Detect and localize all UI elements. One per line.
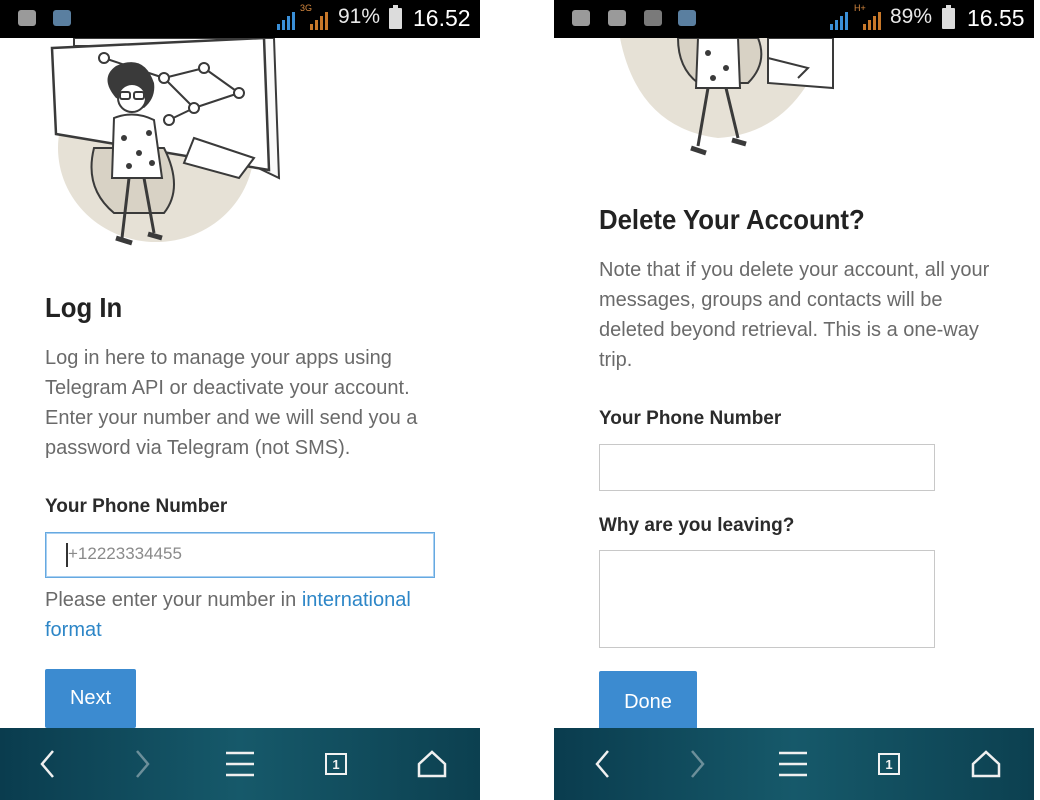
back-button[interactable]	[12, 728, 82, 800]
bbm-notification-icon	[608, 10, 626, 26]
bbm-notification-icon	[18, 10, 36, 26]
back-icon	[595, 750, 609, 778]
menu-icon	[226, 751, 254, 777]
telegram-illustration	[50, 38, 281, 246]
home-icon	[417, 750, 447, 778]
tabs-button[interactable]: 1	[854, 728, 924, 800]
warning-text: Note that if you delete your account, al…	[599, 259, 990, 371]
gallery-notification-icon	[678, 10, 696, 26]
home-button[interactable]	[951, 728, 1021, 800]
hint-text: Please enter your number in	[45, 589, 302, 611]
forward-icon	[136, 750, 150, 778]
leaving-reason-textarea[interactable]	[599, 550, 935, 648]
tabs-icon: 1	[325, 753, 347, 775]
status-time: 16.55	[967, 5, 1025, 31]
page-title: Delete Your Account?	[599, 204, 865, 235]
wifi-signal-icon	[830, 6, 848, 30]
login-screen: 3G 91% 16.52 Log In Log in here to manag…	[0, 0, 480, 800]
next-button[interactable]: Next	[45, 669, 136, 728]
browser-toolbar: 1	[0, 728, 480, 800]
phone-number-input[interactable]: +12223334455	[45, 532, 435, 578]
status-bar: 3G 91% 16.52	[0, 0, 480, 38]
gallery-notification-icon	[53, 10, 71, 26]
menu-button[interactable]	[205, 728, 275, 800]
phone-placeholder: +12223334455	[68, 544, 182, 563]
format-hint: Please enter your number in internationa…	[45, 585, 450, 645]
menu-button[interactable]	[758, 728, 828, 800]
battery-icon	[942, 5, 955, 29]
bbm-notification-icon	[572, 10, 590, 26]
forward-button[interactable]	[108, 728, 178, 800]
battery-percent: 91%	[338, 5, 381, 28]
cell-signal-icon	[863, 6, 881, 30]
leaving-reason-label: Why are you leaving?	[599, 515, 795, 536]
image-notification-icon	[644, 10, 662, 26]
phone-number-label: Your Phone Number	[599, 408, 782, 429]
back-button[interactable]	[567, 728, 637, 800]
tabs-button[interactable]: 1	[301, 728, 371, 800]
back-icon	[40, 750, 54, 778]
intro-text: Log in here to manage your apps using Te…	[45, 347, 418, 459]
battery-icon	[389, 5, 402, 29]
forward-button[interactable]	[663, 728, 733, 800]
cell-signal-icon	[310, 6, 328, 30]
home-button[interactable]	[397, 728, 467, 800]
forward-icon	[691, 750, 705, 778]
phone-number-label: Your Phone Number	[45, 496, 228, 517]
battery-percent: 89%	[890, 5, 933, 28]
status-time: 16.52	[413, 5, 471, 31]
delete-account-screen: H+ 89% 16.55 Delete Your Account? Note t…	[554, 0, 1034, 800]
browser-toolbar: 1	[554, 728, 1034, 800]
phone-number-input[interactable]	[599, 444, 935, 491]
menu-icon	[779, 751, 807, 777]
tabs-icon: 1	[878, 753, 900, 775]
wifi-signal-icon	[277, 6, 295, 30]
done-button[interactable]: Done	[599, 671, 697, 733]
telegram-illustration	[620, 38, 834, 156]
status-bar: H+ 89% 16.55	[554, 0, 1034, 38]
page-title: Log In	[45, 292, 123, 323]
home-icon	[971, 750, 1001, 778]
